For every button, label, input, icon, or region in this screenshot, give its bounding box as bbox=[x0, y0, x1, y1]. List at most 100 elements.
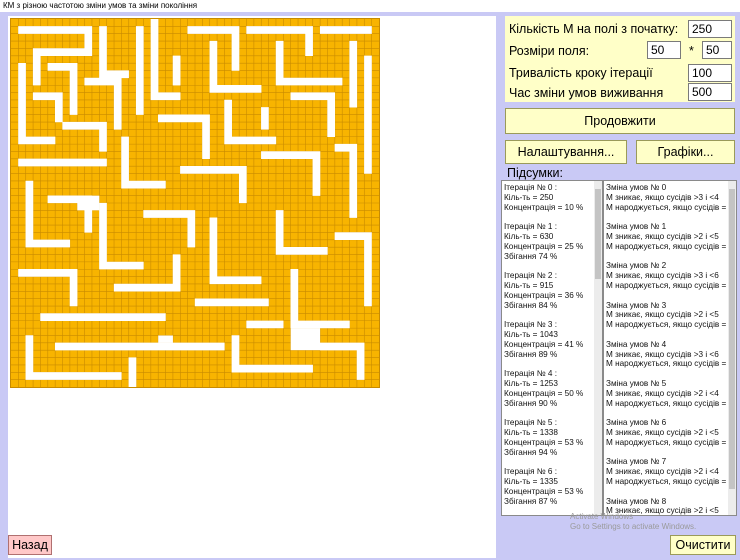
rule-change-entry: Зміна умов № 0М зникає, якщо сусідів >3 … bbox=[604, 183, 736, 212]
rule-change-title: Зміна умов № 0 bbox=[606, 183, 667, 192]
rule-change-born: М народжується, якщо сусідів = 5 bbox=[606, 476, 734, 486]
settings-panel: Кількість М на полі з початку: Розміри п… bbox=[505, 16, 735, 102]
rule-change-title: Зміна умов № 4 bbox=[606, 339, 667, 349]
rule-change-entry: Зміна умов № 6М зникає, якщо сусідів >2 … bbox=[604, 418, 736, 447]
step-duration-input[interactable] bbox=[688, 64, 732, 82]
iteration-entry: Ітерація № 6 : Кіль-ть = 1335 Концентрація… bbox=[502, 467, 602, 506]
iteration-entry: Ітерація № 4 : Кіль-ть = 1253 Концентрація… bbox=[502, 369, 602, 408]
rule-change-dies: М зникає, якщо сусідів >2 і <5 bbox=[606, 310, 719, 320]
field-size-label: Розміри поля: bbox=[509, 44, 590, 58]
iteration-match: Збігання 84 % bbox=[504, 300, 558, 310]
empty-area bbox=[290, 328, 321, 351]
rule-change-born: М народжується, якщо сусідів = 3 bbox=[606, 398, 734, 408]
iteration-entry: Ітерація № 3 : Кіль-ть = 1043 Концентрація… bbox=[502, 320, 602, 359]
rule-change-born: М народжується, якщо сусідів = 4 bbox=[606, 280, 734, 290]
scrollbar-thumb[interactable] bbox=[595, 189, 601, 279]
field-panel bbox=[8, 16, 496, 558]
iteration-count: Кіль-ть = 1253 bbox=[504, 378, 558, 388]
iteration-match: Збігання 89 % bbox=[504, 349, 558, 359]
maze-canvas bbox=[11, 19, 379, 387]
rule-change-born: М народжується, якщо сусідів = 2 bbox=[606, 202, 734, 212]
corridor bbox=[143, 210, 196, 248]
initial-count-input[interactable] bbox=[688, 20, 732, 38]
corridor bbox=[180, 166, 247, 204]
watermark-title: Activate Windows bbox=[570, 512, 634, 521]
settings-button[interactable]: Налаштування... bbox=[505, 140, 627, 164]
iteration-concentration: Концентрація = 10 % bbox=[504, 202, 584, 212]
rule-change-title: Зміна умов № 6 bbox=[606, 418, 667, 428]
iteration-count: Кіль-ть = 1338 bbox=[504, 427, 558, 437]
iteration-title: Ітерація № 0 : bbox=[504, 183, 557, 192]
field-height-input[interactable] bbox=[702, 41, 732, 59]
empty-area bbox=[77, 195, 100, 211]
rule-change-dies: М зникає, якщо сусідів >3 і <4 bbox=[606, 192, 719, 202]
charts-button[interactable]: Графіки... bbox=[636, 140, 735, 164]
corridor bbox=[209, 217, 262, 285]
rule-change-title: Зміна умов № 2 bbox=[606, 261, 667, 271]
rule-changes-scrollbar[interactable] bbox=[728, 181, 736, 515]
rule-change-entry: Зміна умов № 3М зникає, якщо сусідів >2 … bbox=[604, 301, 736, 330]
iteration-match: Збігання 74 % bbox=[504, 251, 558, 261]
corridor bbox=[84, 77, 122, 130]
iteration-title: Ітерація № 3 : bbox=[504, 320, 557, 330]
step-duration-label: Тривалість кроку ітерації bbox=[509, 66, 653, 80]
iteration-title: Ітерація № 1 : bbox=[504, 222, 557, 232]
scrollbar-thumb[interactable] bbox=[729, 189, 735, 489]
rule-change-dies: М зникає, якщо сусідів >3 і <6 bbox=[606, 349, 719, 359]
times-sign: * bbox=[689, 44, 694, 58]
watermark-text: Go to Settings to activate Windows. bbox=[570, 522, 697, 531]
field-width-input[interactable] bbox=[647, 41, 681, 59]
rule-change-title: Зміна умов № 3 bbox=[606, 300, 667, 310]
rule-change-title: Зміна умов № 7 bbox=[606, 457, 667, 467]
iteration-entry: Ітерація № 0 : Кіль-ть = 250 Концентрація … bbox=[502, 183, 602, 212]
iteration-title: Ітерація № 6 : bbox=[504, 467, 557, 477]
iterations-scrollbar[interactable] bbox=[594, 181, 602, 515]
iteration-concentration: Концентрація = 53 % bbox=[504, 437, 584, 447]
summary-label: Підсумки: bbox=[507, 166, 563, 180]
empty-area bbox=[158, 335, 173, 343]
continue-button[interactable]: Продовжити bbox=[505, 108, 735, 134]
iteration-count: Кіль-ть = 250 bbox=[504, 192, 554, 202]
iteration-count: Кіль-ть = 1043 bbox=[504, 329, 558, 339]
iteration-title: Ітерація № 2 : bbox=[504, 271, 557, 281]
rule-change-dies: М зникає, якщо сусідів >2 і <5 bbox=[606, 427, 719, 437]
rule-change-born: М народжується, якщо сусідів = 5 bbox=[606, 320, 734, 330]
iteration-concentration: Концентрація = 41 % bbox=[504, 339, 584, 349]
iteration-count: Кіль-ть = 1335 bbox=[504, 476, 558, 486]
rule-change-entry: Зміна умов № 1М зникає, якщо сусідів >2 … bbox=[604, 222, 736, 251]
iteration-entry: Ітерація № 5 : Кіль-ть = 1338 Концентрація… bbox=[502, 418, 602, 457]
rule-change-born: М народжується, якщо сусідів = 4 bbox=[606, 437, 734, 447]
iteration-match: Збігання 90 % bbox=[504, 398, 558, 408]
window-title: КМ з різною частотою зміни умов та зміни… bbox=[0, 0, 740, 12]
rule-change-dies: М зникає, якщо сусідів >2 і <4 bbox=[606, 467, 719, 477]
iteration-concentration: Концентрація = 36 % bbox=[504, 290, 584, 300]
iteration-title: Ітерація № 4 : bbox=[504, 369, 557, 379]
iteration-match: Збігання 87 % bbox=[504, 496, 558, 506]
rule-change-born: М народжується, якщо сусідів = 2 bbox=[606, 359, 734, 369]
rule-change-dies: М зникає, якщо сусідів >3 і <6 bbox=[606, 271, 719, 281]
iteration-count: Кіль-ть = 915 bbox=[504, 280, 554, 290]
clear-button[interactable]: Очистити bbox=[670, 535, 736, 555]
rule-change-title: Зміна умов № 8 bbox=[606, 496, 667, 506]
cell-grid[interactable] bbox=[10, 18, 380, 388]
survival-time-input[interactable] bbox=[688, 83, 732, 101]
survival-time-label: Час зміни умов виживання bbox=[509, 86, 664, 100]
iteration-entry: Ітерація № 1 : Кіль-ть = 630 Концентрація … bbox=[502, 222, 602, 261]
iteration-concentration: Концентрація = 50 % bbox=[504, 388, 584, 398]
rule-change-entry: Зміна умов № 7М зникає, якщо сусідів >2 … bbox=[604, 457, 736, 486]
activation-watermark: Activate Windows Go to Settings to activ… bbox=[570, 512, 696, 532]
iteration-concentration: Концентрація = 25 % bbox=[504, 241, 584, 251]
iteration-concentration: Концентрація = 53 % bbox=[504, 486, 584, 496]
rule-change-title: Зміна умов № 1 bbox=[606, 222, 667, 232]
iterations-list[interactable]: Ітерація № 0 : Кіль-ть = 250 Концентрація … bbox=[501, 180, 603, 516]
rule-change-entry: Зміна умов № 2М зникає, якщо сусідів >3 … bbox=[604, 261, 736, 290]
rule-change-title: Зміна умов № 5 bbox=[606, 378, 667, 388]
iteration-entry: Ітерація № 2 : Кіль-ть = 915 Концентрація … bbox=[502, 271, 602, 310]
rule-change-born: М народжується, якщо сусідів = 3 bbox=[606, 241, 734, 251]
rule-change-entry: Зміна умов № 5М зникає, якщо сусідів >2 … bbox=[604, 379, 736, 408]
iteration-count: Кіль-ть = 630 bbox=[504, 231, 554, 241]
iteration-match: Збігання 94 % bbox=[504, 447, 558, 457]
back-button[interactable]: Назад bbox=[8, 535, 52, 555]
initial-count-label: Кількість М на полі з початку: bbox=[509, 22, 679, 36]
rule-changes-list[interactable]: Зміна умов № 0М зникає, якщо сусідів >3 … bbox=[603, 180, 737, 516]
